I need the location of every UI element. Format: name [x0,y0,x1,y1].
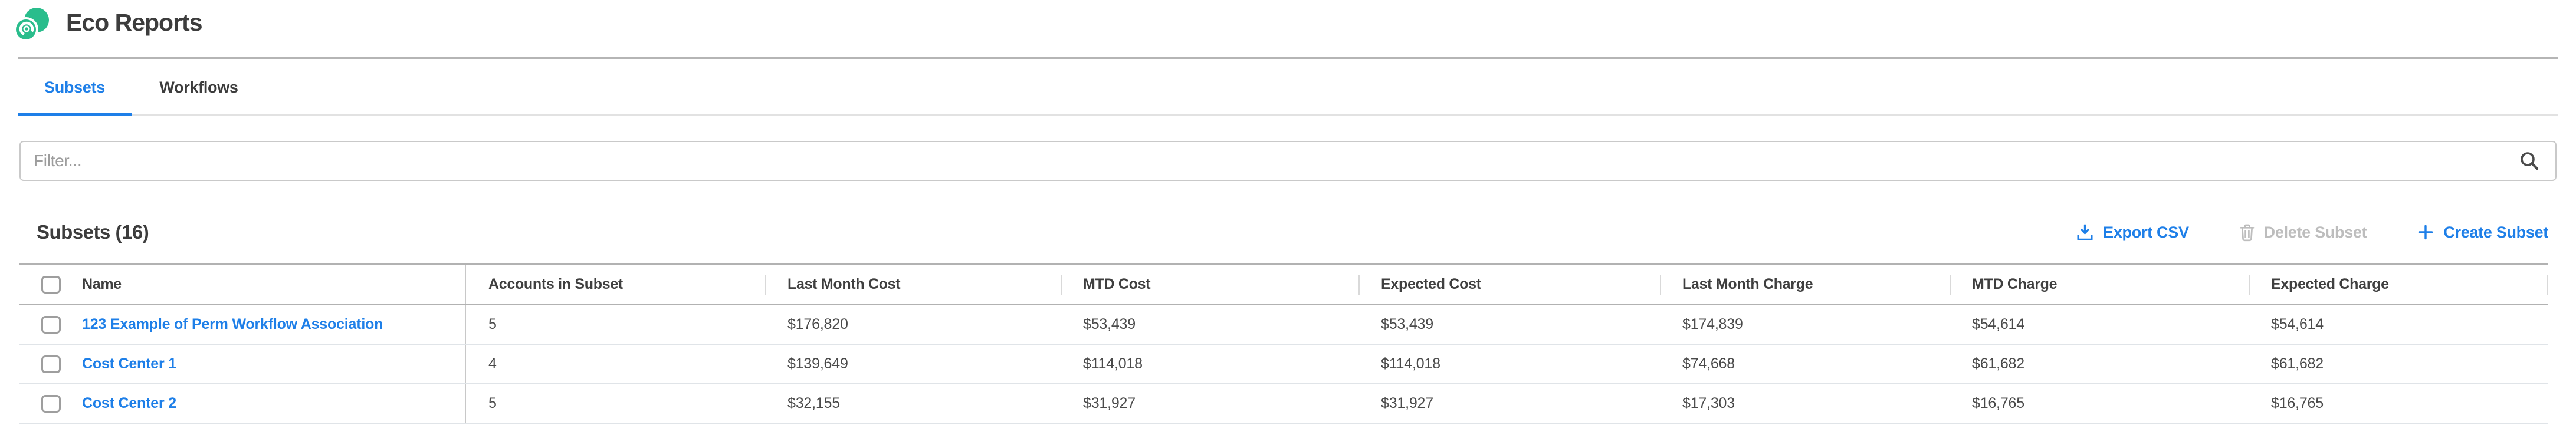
mtd-charge-cell: $61,682 [1950,355,2249,373]
column-header-mtd-charge[interactable]: MTD Charge [1950,276,2249,293]
trash-icon [2239,223,2255,242]
subset-name-link[interactable]: 123 Example of Perm Workflow Association [82,316,383,333]
table-header-row: Name Accounts in Subset Last Month Cost … [19,263,2548,305]
expected-cost-cell: $31,927 [1358,395,1660,412]
tabs-baseline [18,114,2558,116]
table-row: Cost Center 2 5 $32,155 $31,927 $31,927 … [19,384,2548,424]
download-icon [2076,223,2094,242]
table-row: 123 Example of Perm Workflow Association… [19,305,2548,345]
subsets-toolbar: Subsets (16) Export CSV Delete Subset [37,220,2548,245]
row-checkbox-cell [19,355,77,373]
subsets-table: Name Accounts in Subset Last Month Cost … [19,263,2548,424]
tab-workflows[interactable]: Workflows [132,59,266,116]
column-header-name[interactable]: Name [77,265,466,304]
expected-charge-cell: $54,614 [2249,316,2548,333]
filter-container [19,141,2557,181]
app-header: Eco Reports [0,0,2576,57]
expected-charge-cell: $16,765 [2249,395,2548,412]
row-checkbox-cell [19,316,77,334]
select-all-checkbox[interactable] [41,276,61,294]
header-checkbox-cell [19,276,77,294]
column-header-accounts[interactable]: Accounts in Subset [466,276,765,293]
row-checkbox[interactable] [41,316,61,334]
mtd-cost-cell: $31,927 [1061,395,1358,412]
tab-bar: Subsets Workflows [18,59,2558,116]
subset-name-link[interactable]: Cost Center 2 [82,395,176,412]
expected-cost-cell: $53,439 [1358,316,1660,333]
last-month-charge-cell: $74,668 [1660,355,1950,373]
row-checkbox[interactable] [41,395,61,413]
accounts-cell: 5 [466,395,765,412]
export-csv-button[interactable]: Export CSV [2076,223,2189,242]
accounts-cell: 4 [466,355,765,373]
create-subset-button[interactable]: Create Subset [2417,223,2548,242]
search-icon[interactable] [2519,150,2540,172]
last-month-charge-cell: $17,303 [1660,395,1950,412]
last-month-cost-cell: $176,820 [765,316,1061,333]
plus-icon [2417,223,2434,241]
column-header-expected-cost[interactable]: Expected Cost [1358,276,1660,293]
subset-name-link[interactable]: Cost Center 1 [82,355,176,373]
column-header-last-month-charge[interactable]: Last Month Charge [1660,276,1950,293]
filter-input[interactable] [19,141,2557,181]
row-checkbox-cell [19,395,77,413]
column-header-last-month-cost[interactable]: Last Month Cost [765,276,1061,293]
column-header-mtd-cost[interactable]: MTD Cost [1061,276,1358,293]
delete-subset-label: Delete Subset [2264,223,2367,242]
delete-subset-button[interactable]: Delete Subset [2239,223,2367,242]
page-title: Eco Reports [66,11,202,35]
mtd-cost-cell: $114,018 [1061,355,1358,373]
export-csv-label: Export CSV [2103,223,2189,242]
toolbar-actions: Export CSV Delete Subset Create Subset [2076,223,2548,242]
expected-charge-cell: $61,682 [2249,355,2548,373]
row-checkbox[interactable] [41,355,61,373]
last-month-cost-cell: $139,649 [765,355,1061,373]
eco-logo-icon [12,7,51,45]
active-tab-indicator [18,113,132,116]
last-month-charge-cell: $174,839 [1660,316,1950,333]
accounts-cell: 5 [466,316,765,333]
expected-cost-cell: $114,018 [1358,355,1660,373]
column-header-expected-charge[interactable]: Expected Charge [2249,276,2548,293]
table-row: Cost Center 1 4 $139,649 $114,018 $114,0… [19,345,2548,384]
mtd-cost-cell: $53,439 [1061,316,1358,333]
mtd-charge-cell: $16,765 [1950,395,2249,412]
subsets-count-heading: Subsets (16) [37,221,149,243]
create-subset-label: Create Subset [2443,223,2548,242]
last-month-cost-cell: $32,155 [765,395,1061,412]
tab-subsets[interactable]: Subsets [18,59,132,116]
mtd-charge-cell: $54,614 [1950,316,2249,333]
